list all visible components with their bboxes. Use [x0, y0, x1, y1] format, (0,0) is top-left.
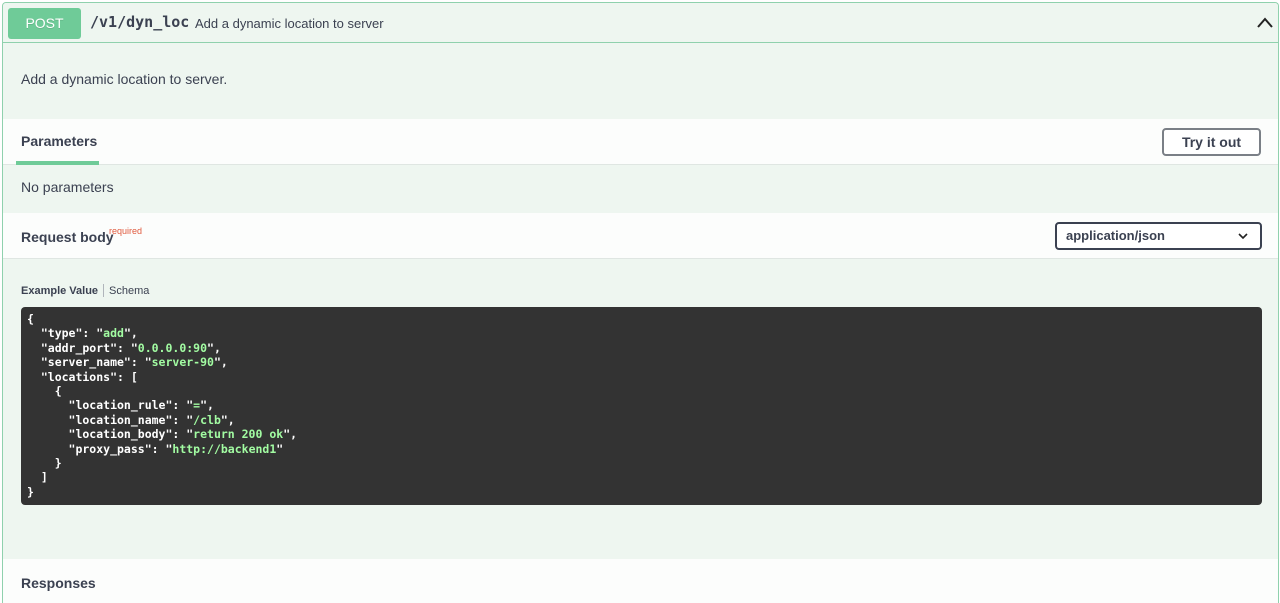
operation-description: Add a dynamic location to server. [21, 71, 228, 87]
json-location-body: return 200 ok [193, 427, 284, 442]
summary-description: Add a dynamic location to server [195, 16, 384, 31]
tab-parameters[interactable]: Parameters [16, 119, 99, 165]
tab-schema[interactable]: Schema [104, 285, 149, 297]
example-tabs: Example Value Schema [21, 284, 149, 297]
content-type-value: application/json [1066, 228, 1165, 243]
chevron-up-icon[interactable] [1256, 16, 1274, 30]
content-type-select[interactable]: application/json [1055, 222, 1262, 250]
json-location-name: /clb [193, 412, 221, 427]
json-location-rule: = [193, 398, 201, 413]
endpoint-path: /v1/dyn_loc [90, 13, 190, 31]
responses-title: Responses [21, 575, 96, 591]
request-body-header: Request body required application/json [3, 213, 1278, 259]
json-type: add [103, 326, 124, 341]
method-badge: POST [8, 8, 81, 39]
operation-summary[interactable]: POST /v1/dyn_loc Add a dynamic location … [3, 3, 1278, 43]
no-parameters-text: No parameters [21, 179, 114, 195]
tab-parameters-label: Parameters [21, 133, 98, 149]
parameters-header: Parameters Try it out [3, 119, 1278, 165]
try-it-out-button[interactable]: Try it out [1162, 128, 1261, 156]
tab-example-value[interactable]: Example Value [21, 285, 103, 297]
example-code-block: { "type": "add", "addr_port": "0.0.0.0:9… [21, 307, 1262, 505]
request-body-title: Request body [21, 229, 114, 245]
json-server-name: server-90 [151, 355, 214, 370]
required-label: required [109, 226, 143, 236]
operation-block: POST /v1/dyn_loc Add a dynamic location … [2, 2, 1279, 603]
chevron-down-icon [1238, 233, 1248, 240]
json-addr-port: 0.0.0.0:90 [137, 340, 208, 355]
responses-header: Responses [3, 559, 1278, 603]
json-proxy-pass: http://backend1 [172, 441, 277, 456]
